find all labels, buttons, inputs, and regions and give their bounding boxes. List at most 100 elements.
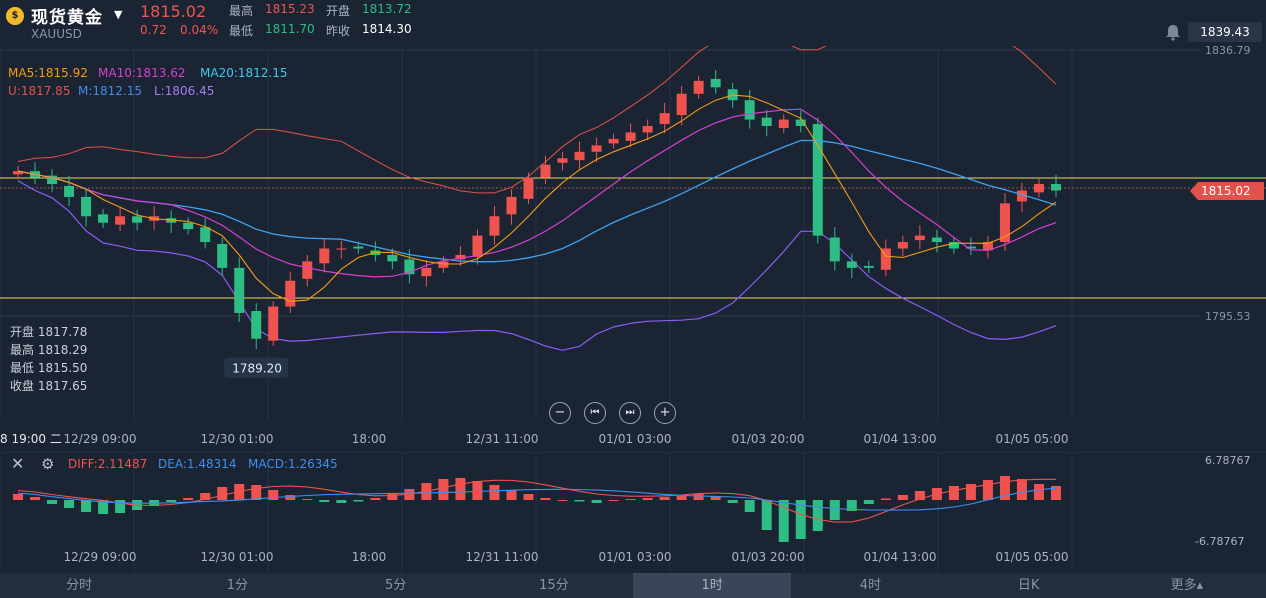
- candle: [863, 265, 874, 268]
- macd-bar: [812, 500, 823, 531]
- tab-4hour[interactable]: 4时: [791, 573, 949, 598]
- candle: [251, 311, 262, 339]
- macd-bar: [982, 480, 993, 500]
- macd-bar: [948, 486, 959, 500]
- macd-bar: [863, 500, 874, 504]
- macd-bar: [489, 485, 500, 500]
- x-axis-tick: 18:00: [352, 432, 387, 446]
- min-annotation: 1789.20: [232, 362, 282, 376]
- candle: [64, 185, 75, 197]
- macd-bar: [744, 500, 755, 512]
- macd-x-tick: 12/31 11:00: [466, 550, 539, 564]
- candlestick-chart[interactable]: 1836.791795.531815.02 1831.641789.208 19…: [0, 46, 1266, 452]
- macd-diff-legend: DIFF:2.11487: [68, 457, 148, 471]
- ma5-legend: MA5:1815.92: [8, 66, 88, 80]
- boll-lower-line: [17, 180, 1057, 351]
- bell-icon[interactable]: [1163, 23, 1183, 41]
- candle: [625, 132, 636, 141]
- gear-icon[interactable]: ⚙: [41, 456, 57, 472]
- candle: [1051, 184, 1061, 191]
- candle: [319, 248, 330, 264]
- candle: [489, 216, 500, 236]
- zoom-in-button[interactable]: +: [654, 402, 676, 424]
- candle: [557, 158, 568, 163]
- candle: [234, 267, 245, 313]
- macd-bar: [455, 478, 466, 500]
- tab-daily[interactable]: 日K: [950, 573, 1108, 598]
- ma10-line: [17, 108, 1057, 278]
- x-axis-tick: 12/31 11:00: [466, 432, 539, 446]
- macd-bar: [574, 500, 585, 502]
- candle: [1033, 184, 1044, 193]
- macd-bar: [591, 500, 602, 503]
- low-value: 1811.70: [265, 22, 315, 36]
- last-price: 1815.02: [140, 2, 207, 21]
- x-axis-tick: 01/03 20:00: [732, 432, 805, 446]
- chevron-down-icon[interactable]: ▼: [114, 8, 122, 21]
- candle: [387, 254, 398, 262]
- macd-x-tick: 18:00: [352, 550, 387, 564]
- ma10-legend: MA10:1813.62: [98, 66, 186, 80]
- candle: [642, 126, 653, 133]
- prev-close-label: 昨收: [326, 24, 351, 38]
- candle: [285, 280, 296, 307]
- candle: [438, 261, 449, 268]
- macd-bar: [625, 499, 636, 500]
- candle: [540, 164, 551, 178]
- tab-more[interactable]: 更多▴: [1108, 573, 1266, 598]
- crosshair-time: 8 19:00 二: [0, 432, 62, 446]
- skip-forward-button[interactable]: ⏭: [619, 402, 641, 424]
- instrument-title[interactable]: 现货黄金: [31, 3, 103, 28]
- macd-bar: [829, 500, 840, 520]
- candle: [999, 203, 1010, 243]
- candle: [421, 267, 432, 277]
- macd-bar: [1016, 479, 1027, 500]
- macd-bar: [64, 500, 75, 508]
- macd-bar: [523, 494, 534, 500]
- candle: [829, 237, 840, 262]
- tab-15min[interactable]: 15分: [475, 573, 633, 598]
- macd-bar: [540, 498, 551, 500]
- macd-bar: [81, 500, 92, 512]
- candle: [472, 235, 483, 257]
- candle: [676, 93, 687, 116]
- tab-fenshi[interactable]: 分时: [0, 573, 158, 598]
- boll-upper-legend: U:1817.85: [8, 84, 71, 98]
- candle: [217, 243, 228, 268]
- macd-x-tick: 01/03 20:00: [732, 550, 805, 564]
- price-change: 0.72: [140, 23, 167, 37]
- macd-histogram: [13, 476, 1061, 542]
- prev-close-value: 1814.30: [362, 22, 412, 36]
- macd-value-legend: MACD:1.26345: [248, 457, 338, 471]
- macd-bar: [1033, 484, 1044, 500]
- candle: [81, 196, 92, 217]
- macd-bar: [13, 494, 23, 500]
- macd-bar: [217, 487, 228, 500]
- tab-1hour[interactable]: 1时: [633, 573, 792, 598]
- ohlc-high: 最高 1818.29: [10, 343, 88, 357]
- close-icon[interactable]: ✕: [11, 456, 27, 472]
- macd-bar: [642, 498, 653, 500]
- timeframe-tabs: 分时 1分 5分 15分 1时 4时 日K 更多▴: [0, 573, 1266, 598]
- tab-1min[interactable]: 1分: [158, 573, 316, 598]
- y-axis-label: 1836.79: [1205, 46, 1251, 57]
- macd-bar: [676, 496, 687, 500]
- candle: [200, 227, 211, 243]
- gold-coin-icon: $: [6, 7, 24, 25]
- ma20-legend: MA20:1812.15: [200, 66, 288, 80]
- candle: [744, 100, 755, 120]
- ma5-line: [17, 94, 1057, 302]
- macd-x-tick: 01/05 05:00: [996, 550, 1069, 564]
- macd-bar: [880, 498, 891, 500]
- price-change-pct: 0.04%: [180, 23, 219, 37]
- macd-bar: [370, 498, 381, 500]
- price-tag: 1815.02: [1201, 184, 1251, 198]
- candle: [778, 119, 789, 128]
- candle: [268, 306, 279, 341]
- skip-back-button[interactable]: ⏮: [584, 402, 606, 424]
- tab-5min[interactable]: 5分: [317, 573, 475, 598]
- macd-bar: [115, 500, 126, 513]
- zoom-out-button[interactable]: −: [549, 402, 571, 424]
- open-label: 开盘: [326, 4, 351, 18]
- macd-bar: [268, 490, 279, 500]
